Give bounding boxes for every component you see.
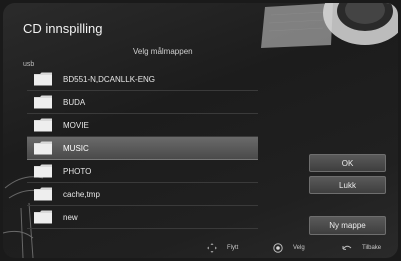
folder-label: BUDA: [63, 97, 86, 107]
folder-row[interactable]: cache,tmp: [27, 183, 258, 206]
folder-label: new: [63, 212, 78, 222]
ok-button[interactable]: OK: [309, 154, 386, 172]
folder-row[interactable]: BUDA: [27, 91, 258, 114]
close-button[interactable]: Lukk: [309, 176, 386, 194]
folder-icon: [34, 164, 53, 178]
folder-icon: [34, 187, 53, 201]
folder-icon: [34, 210, 53, 224]
dialog-subtitle: Velg målmappen: [133, 47, 193, 56]
hint-move: Flytt: [207, 243, 238, 253]
folder-icon: [34, 141, 53, 155]
folder-row[interactable]: MUSIC: [27, 137, 258, 160]
folder-label: PHOTO: [63, 166, 92, 176]
hint-select-label: Velg: [293, 245, 305, 251]
folder-label: cache,tmp: [63, 189, 100, 199]
folder-row[interactable]: BD551-N,DCANLLK-ENG: [27, 68, 258, 91]
hint-back-label: Tilbake: [362, 245, 382, 251]
folder-label: BD551-N,DCANLLK-ENG: [63, 74, 156, 84]
folder-icon: [34, 72, 53, 86]
current-path: usb: [23, 61, 35, 68]
back-arrow-icon: [342, 243, 352, 253]
dpad-icon: [207, 243, 217, 253]
folder-icon: [34, 118, 53, 132]
folder-label: MOVIE: [63, 120, 89, 130]
hint-move-label: Flytt: [227, 245, 239, 251]
folder-row[interactable]: PHOTO: [27, 160, 258, 183]
new-folder-button[interactable]: Ny mappe: [309, 216, 386, 235]
enter-button-icon: [273, 243, 283, 253]
folder-row[interactable]: MOVIE: [27, 114, 258, 137]
hint-select: Velg: [273, 243, 305, 253]
folder-row[interactable]: new: [27, 206, 258, 229]
folder-label: MUSIC: [63, 143, 89, 153]
page-title: CD innspilling: [23, 21, 103, 36]
cd-recording-screen: CD innspilling Velg målmappen usb BD551-…: [3, 3, 398, 258]
folder-list: BD551-N,DCANLLK-ENG BUDA MOVIE MUSIC PHOTO ca…: [27, 68, 258, 229]
hint-back: Tilbake: [342, 243, 381, 253]
folder-icon: [34, 95, 53, 109]
